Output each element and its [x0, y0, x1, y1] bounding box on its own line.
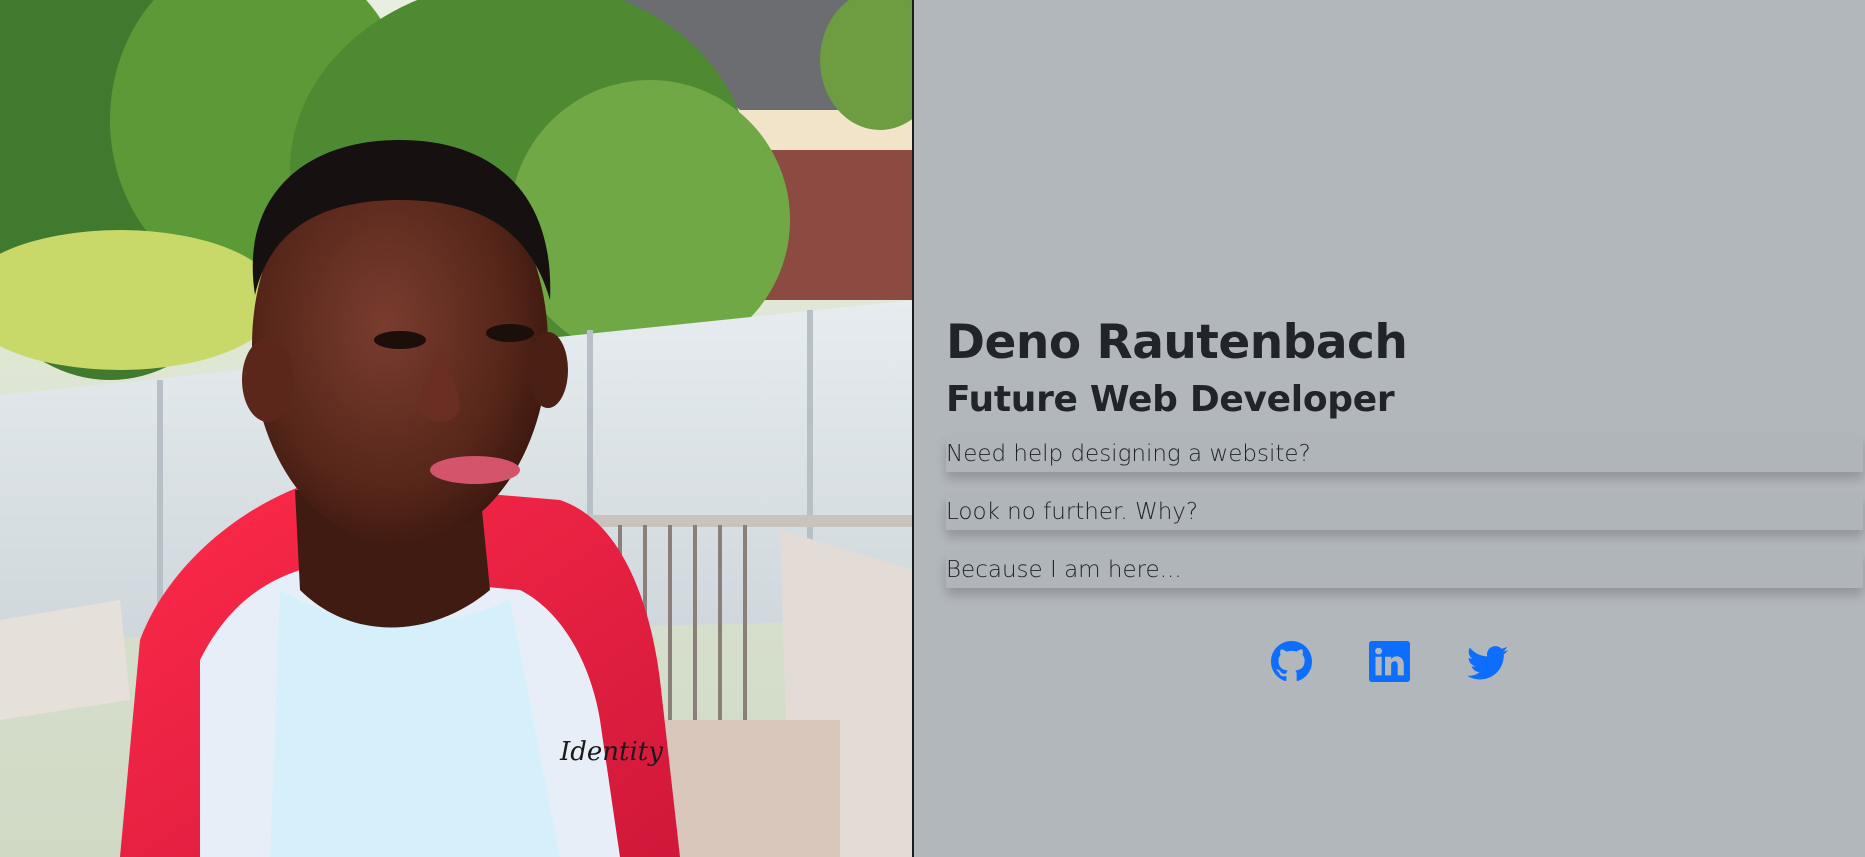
- pitch-line-3: Because I am here...: [946, 552, 1863, 588]
- profile-name: Deno Rautenbach: [946, 315, 1408, 370]
- social-links: [914, 641, 1865, 682]
- linkedin-icon: [1369, 641, 1410, 682]
- profile-tagline: Future Web Developer: [946, 379, 1395, 420]
- pitch-line-1: Need help designing a website?: [946, 436, 1863, 472]
- pitch-line-2: Look no further. Why?: [946, 494, 1863, 530]
- github-icon: [1271, 641, 1312, 681]
- linkedin-link[interactable]: [1369, 641, 1410, 682]
- page: Identity Deno Rautenbach Future Web Deve…: [0, 0, 1865, 857]
- profile-photo-image: Identity: [0, 0, 912, 857]
- intro-panel: Deno Rautenbach Future Web Developer Nee…: [914, 0, 1865, 857]
- profile-photo: Identity: [0, 0, 914, 857]
- intro-content: Deno Rautenbach Future Web Developer Nee…: [946, 312, 1863, 588]
- svg-text:Identity: Identity: [559, 737, 663, 767]
- twitter-link[interactable]: [1467, 641, 1508, 682]
- twitter-icon: [1467, 646, 1508, 680]
- github-link[interactable]: [1271, 641, 1312, 682]
